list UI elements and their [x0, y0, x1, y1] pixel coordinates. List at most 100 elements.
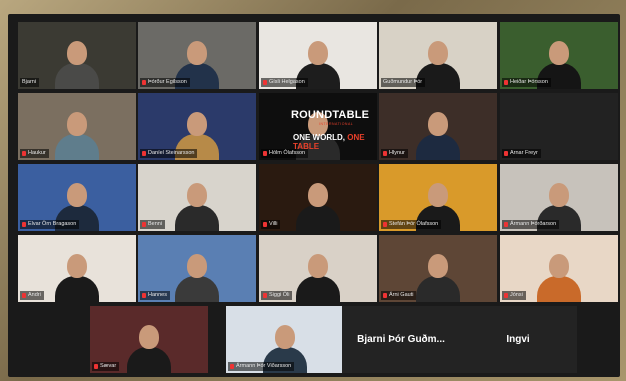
participant-avatar [416, 246, 460, 302]
participant-name: Arnar Freyr [510, 150, 538, 156]
participant-name-tag: Hlynur [381, 149, 408, 158]
participant-tile[interactable]: Þórður Egilsson [138, 22, 256, 89]
participant-name-tag: Ármann Þór Viðarsson [228, 362, 295, 371]
participant-name: Siggi Óli [269, 292, 290, 298]
mic-muted-icon [142, 151, 146, 156]
participant-tile[interactable]: Stefán Þór Ólafsson [379, 164, 497, 231]
participant-name-tag: Elvar Örn Bragason [20, 220, 80, 229]
participant-tile-video-off[interactable]: Bjarni Þór Guðm... [342, 306, 460, 373]
participant-tile[interactable]: Bjarni [18, 22, 136, 89]
tagline-part-a: ONE WORLD, [293, 133, 348, 142]
participant-name: Heiðar Þórsson [510, 79, 548, 85]
participant-body [55, 276, 99, 302]
participant-body [55, 63, 99, 89]
mic-muted-icon [383, 222, 387, 227]
participant-head [428, 254, 448, 278]
mic-muted-icon [263, 80, 267, 85]
participant-name-tag: Heiðar Þórsson [502, 78, 551, 87]
participant-body [175, 205, 219, 231]
participant-name: Andri [28, 292, 41, 298]
participant-name: Villi [269, 221, 278, 227]
participant-name: Þórður Egilsson [148, 79, 187, 85]
mic-muted-icon [504, 151, 508, 156]
participant-head [187, 254, 207, 278]
participant-tile[interactable]: Arnar Freyr [500, 93, 618, 160]
participant-head [187, 183, 207, 207]
participant-name-tag: Þórður Egilsson [140, 78, 190, 87]
participant-tile[interactable]: Siggi Óli [259, 235, 377, 302]
participant-head [275, 325, 295, 349]
participant-name-tag: Villi [261, 220, 281, 229]
participant-head [308, 41, 328, 65]
participant-head [67, 183, 87, 207]
mic-muted-icon [383, 293, 387, 298]
participant-tile[interactable]: Jónsi [500, 235, 618, 302]
participant-avatar [127, 317, 171, 373]
participant-head [428, 41, 448, 65]
participant-head [139, 325, 159, 349]
participant-tile[interactable]: Hólm Ólafsson ROUNDTABLE INTERNATIONAL ONE … [259, 93, 377, 160]
participant-name-tag: Andri [20, 291, 44, 300]
participant-name: Hlynur [389, 150, 405, 156]
participant-tile[interactable]: Villi [259, 164, 377, 231]
participant-name-tag: Guðmundur Þór [381, 78, 426, 87]
participant-tile[interactable]: Elvar Örn Bragason [18, 164, 136, 231]
roundtable-tagline: ONE WORLD, ONE TABLE [293, 133, 377, 151]
participant-display-name: Ingvi [506, 334, 530, 345]
participant-head [187, 41, 207, 65]
participant-tile[interactable]: Haukur [18, 93, 136, 160]
participant-body [537, 276, 581, 302]
participant-head [549, 41, 569, 65]
participant-body [127, 347, 171, 373]
participant-name: Árni Gauti [389, 292, 414, 298]
mic-muted-icon [142, 222, 146, 227]
participant-avatar [416, 104, 460, 160]
participant-name: Benni [148, 221, 163, 227]
mic-muted-icon [22, 222, 26, 227]
participant-tile[interactable]: Guðmundur Þór [379, 22, 497, 89]
participant-tile[interactable]: Ármann Þórðarson [500, 164, 618, 231]
participant-tile[interactable]: Árni Gauti [379, 235, 497, 302]
participant-head [67, 41, 87, 65]
participant-head [67, 112, 87, 136]
participant-tile[interactable]: Gísli Helgason [259, 22, 377, 89]
participant-name-tag: Siggi Óli [261, 291, 293, 300]
mic-muted-icon [22, 151, 26, 156]
mic-muted-icon [263, 151, 267, 156]
participant-name-tag: Sævar [92, 362, 120, 371]
participant-tile[interactable]: Sævar [90, 306, 208, 373]
participant-head [549, 183, 569, 207]
participant-name-tag: Stefán Þór Ólafsson [381, 220, 442, 229]
participant-name-tag: Haukur [20, 149, 49, 158]
participant-name: Bjarni [22, 79, 37, 85]
participant-tile[interactable]: Benni [138, 164, 256, 231]
participant-name-tag: Gísli Helgason [261, 78, 308, 87]
participant-name: Daníel Steinarsson [148, 150, 195, 156]
participant-tile[interactable]: Hlynur [379, 93, 497, 160]
participant-tile[interactable]: Ármann Þór Viðarsson [226, 306, 344, 373]
participant-name-tag: Jónsi [502, 291, 526, 300]
participant-head [428, 183, 448, 207]
participant-tile-video-off[interactable]: Ingvi [459, 306, 577, 373]
participant-head [187, 112, 207, 136]
participant-tile[interactable]: Heiðar Þórsson [500, 22, 618, 89]
participant-head [308, 254, 328, 278]
participant-name-tag: Hannes [140, 291, 170, 300]
roundtable-logo-international: INTERNATIONAL [319, 122, 354, 126]
participant-name: Hólm Ólafsson [269, 150, 306, 156]
participant-avatar [296, 175, 340, 231]
mic-muted-icon [230, 364, 234, 369]
participant-head [67, 254, 87, 278]
participant-tile[interactable]: Hannes [138, 235, 256, 302]
participant-body [175, 276, 219, 302]
participant-head [549, 254, 569, 278]
participant-body [296, 205, 340, 231]
participant-name-tag: Benni [140, 220, 166, 229]
participant-body [416, 134, 460, 160]
participant-name: Jónsi [510, 292, 523, 298]
mic-muted-icon [504, 80, 508, 85]
participant-tile[interactable]: Andri [18, 235, 136, 302]
mic-muted-icon [504, 222, 508, 227]
participant-tile[interactable]: Daníel Steinarsson [138, 93, 256, 160]
participant-body [296, 276, 340, 302]
